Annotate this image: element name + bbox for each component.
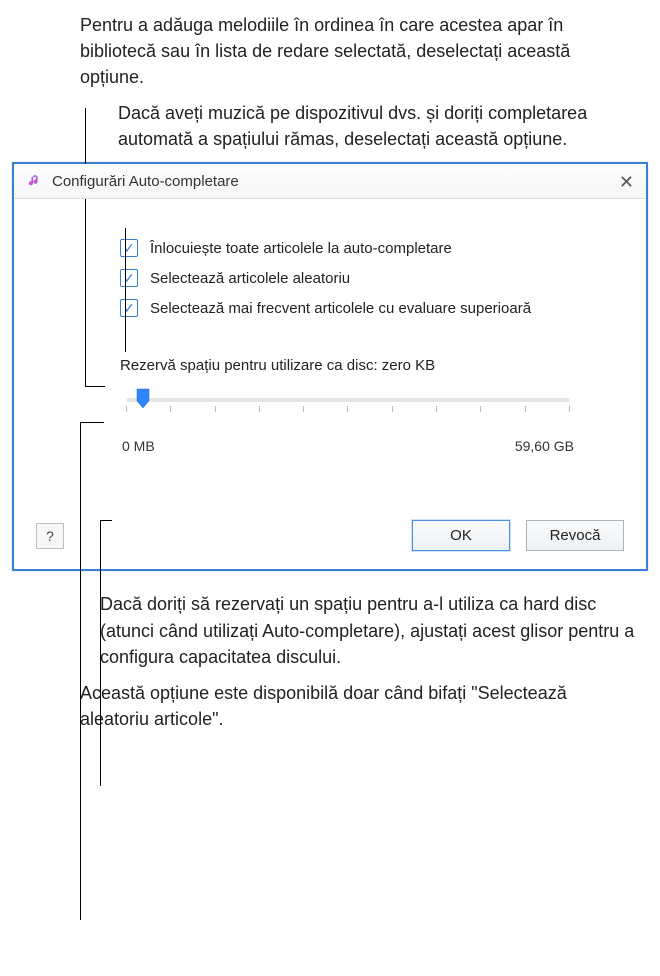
help-button[interactable]: ? [36, 523, 64, 549]
leader-line [80, 422, 81, 920]
slider-labels: 0 MB 59,60 GB [120, 438, 576, 454]
callout-slider: Dacă doriți să rezervați un spațiu pentr… [100, 591, 638, 669]
slider-max-label: 59,60 GB [515, 438, 574, 454]
slider-track-line [126, 398, 570, 402]
titlebar: Configurări Auto-completare ✕ [14, 164, 646, 199]
window-footer: ? OK Revocă [14, 504, 646, 569]
slider-min-label: 0 MB [122, 438, 155, 454]
callout-replace-items: Dacă aveți muzică pe dispozitivul dvs. ș… [118, 100, 638, 152]
checkbox-random[interactable]: ✓ [120, 269, 138, 287]
checkbox-replace[interactable]: ✓ [120, 239, 138, 257]
checkbox-higher-rated[interactable]: ✓ [120, 299, 138, 317]
callout-random-order: Pentru a adăuga melodiile în ordinea în … [80, 12, 638, 90]
leader-line [80, 422, 104, 423]
slider-thumb[interactable] [136, 388, 150, 410]
leader-line [100, 520, 112, 521]
callout-higher-rating: Această opțiune este disponibilă doar câ… [80, 680, 638, 732]
ok-button[interactable]: OK [412, 520, 510, 551]
settings-window: Configurări Auto-completare ✕ ✓ Înlocuie… [12, 162, 648, 571]
leader-line [85, 386, 105, 387]
slider-ticks [126, 406, 570, 414]
leader-line [85, 108, 86, 386]
music-icon [26, 172, 44, 190]
reserve-space-section: Rezervă spațiu pentru utilizare ca disc:… [120, 357, 576, 454]
option-replace-label: Înlocuiește toate articolele la auto-com… [150, 240, 452, 257]
option-random-row: ✓ Selectează articolele aleatoriu [120, 269, 616, 287]
option-replace-row: ✓ Înlocuiește toate articolele la auto-c… [120, 239, 616, 257]
cancel-button[interactable]: Revocă [526, 520, 624, 551]
reserve-space-caption: Rezervă spațiu pentru utilizare ca disc:… [120, 357, 576, 374]
window-content: ✓ Înlocuiește toate articolele la auto-c… [14, 199, 646, 504]
leader-line [100, 520, 101, 786]
option-higher-label: Selectează mai frecvent articolele cu ev… [150, 300, 531, 317]
reserve-space-slider[interactable] [126, 390, 570, 420]
close-icon[interactable]: ✕ [619, 172, 634, 193]
option-random-label: Selectează articolele aleatoriu [150, 270, 350, 287]
window-title: Configurări Auto-completare [52, 173, 239, 190]
option-higher-row: ✓ Selectează mai frecvent articolele cu … [120, 299, 616, 317]
leader-line [125, 228, 126, 352]
